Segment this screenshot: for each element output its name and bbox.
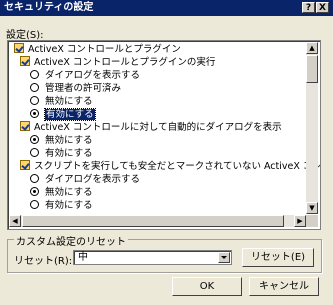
tree-option[interactable]: 有効にする [30, 108, 96, 121]
window-title: セキュリティの設定 [4, 2, 94, 13]
tree-option[interactable]: 無効にする [30, 134, 93, 147]
reset-level-select[interactable]: 中 [73, 250, 232, 265]
tree-item-label: 無効にする [45, 135, 93, 146]
radio-unselected-icon[interactable] [30, 83, 39, 92]
radio-unselected-icon[interactable] [30, 96, 39, 105]
tree-option[interactable]: 有効にする [30, 199, 93, 212]
radio-selected-icon[interactable] [30, 135, 39, 144]
vertical-scroll-thumb[interactable] [306, 55, 318, 83]
scrollbar-corner [306, 215, 318, 227]
scroll-down-button[interactable]: ▼ [306, 202, 318, 214]
tree-item-label: ダイアログを表示する [45, 174, 141, 185]
category-icon [20, 160, 30, 170]
radio-selected-icon[interactable] [30, 109, 39, 118]
radio-selected-icon[interactable] [30, 187, 39, 196]
radio-unselected-icon[interactable] [30, 148, 39, 157]
tree-item-label: スクリプトを実行しても安全だとマークされていない ActiveX コントロー [34, 161, 321, 172]
tree-item-label: ActiveX コントロールに対して自動的にダイアログを表示 [34, 122, 282, 133]
scroll-left-button[interactable]: ◀ [9, 215, 21, 227]
tree-item-label: ダイアログを表示する [45, 70, 141, 81]
settings-label: 設定(S): [6, 30, 44, 41]
tree-item-label: 有効にする [45, 148, 93, 159]
tree-option[interactable]: ダイアログを表示する [30, 69, 140, 82]
tree-category[interactable]: スクリプトを実行しても安全だとマークされていない ActiveX コントロー [20, 160, 321, 173]
help-button[interactable]: ? [302, 2, 315, 13]
tree-item-label: 有効にする [44, 108, 96, 121]
tree-item-label: ActiveX コントロールとプラグイン [28, 44, 181, 55]
radio-unselected-icon[interactable] [30, 200, 39, 209]
radio-unselected-icon[interactable] [30, 174, 39, 183]
tree-item-label: 無効にする [45, 96, 93, 107]
scroll-right-button[interactable]: ▶ [294, 215, 306, 227]
tree-option[interactable]: 無効にする [30, 95, 93, 108]
tree-option[interactable]: 管理者の許可済み [30, 82, 121, 95]
tree-category[interactable]: ActiveX コントロールとプラグイン [14, 43, 181, 56]
category-icon [20, 121, 30, 131]
vertical-scrollbar[interactable]: ▲ ▼ [306, 42, 318, 214]
horizontal-scrollbar[interactable]: ◀ ▶ [9, 215, 306, 227]
horizontal-scroll-thumb[interactable] [22, 215, 284, 227]
security-settings-dialog: セキュリティの設定 ? X 設定(S): ActiveX コントロールとプラグイ… [0, 0, 333, 305]
scroll-up-button[interactable]: ▲ [306, 42, 318, 54]
tree-item-label: 無効にする [45, 187, 93, 198]
tree-category[interactable]: ActiveX コントロールとプラグインの実行 [20, 56, 215, 69]
tree-item-label: ActiveX コントロールとプラグインの実行 [34, 57, 216, 68]
category-icon [14, 43, 24, 53]
dropdown-arrow-icon[interactable] [218, 252, 230, 263]
custom-reset-group-title: カスタム設定のリセット [14, 233, 128, 248]
cancel-button[interactable]: キャンセル [249, 277, 319, 296]
custom-reset-group: カスタム設定のリセット リセット(R): 中 リセット(E) [7, 233, 322, 273]
tree-category[interactable]: ActiveX コントロールに対して自動的にダイアログを表示 [20, 121, 282, 134]
radio-unselected-icon[interactable] [30, 70, 39, 79]
tree-option[interactable]: 無効にする [30, 186, 93, 199]
reset-level-value: 中 [78, 252, 88, 263]
close-button[interactable]: X [316, 2, 329, 13]
tree-item-label: 管理者の許可済み [45, 83, 122, 94]
ok-button[interactable]: OK [172, 277, 242, 296]
settings-tree[interactable]: ActiveX コントロールとプラグイン ActiveX コントロールとプラグイン… [7, 40, 321, 230]
reset-to-label: リセット(R): [14, 256, 73, 267]
reset-button[interactable]: リセット(E) [242, 248, 314, 267]
tree-option[interactable]: ダイアログを表示する [30, 173, 140, 186]
category-icon [20, 56, 30, 66]
tree-item-label: 有効にする [45, 200, 93, 211]
tree-option[interactable]: 有効にする [30, 147, 93, 160]
title-bar: セキュリティの設定 ? X [0, 0, 333, 16]
